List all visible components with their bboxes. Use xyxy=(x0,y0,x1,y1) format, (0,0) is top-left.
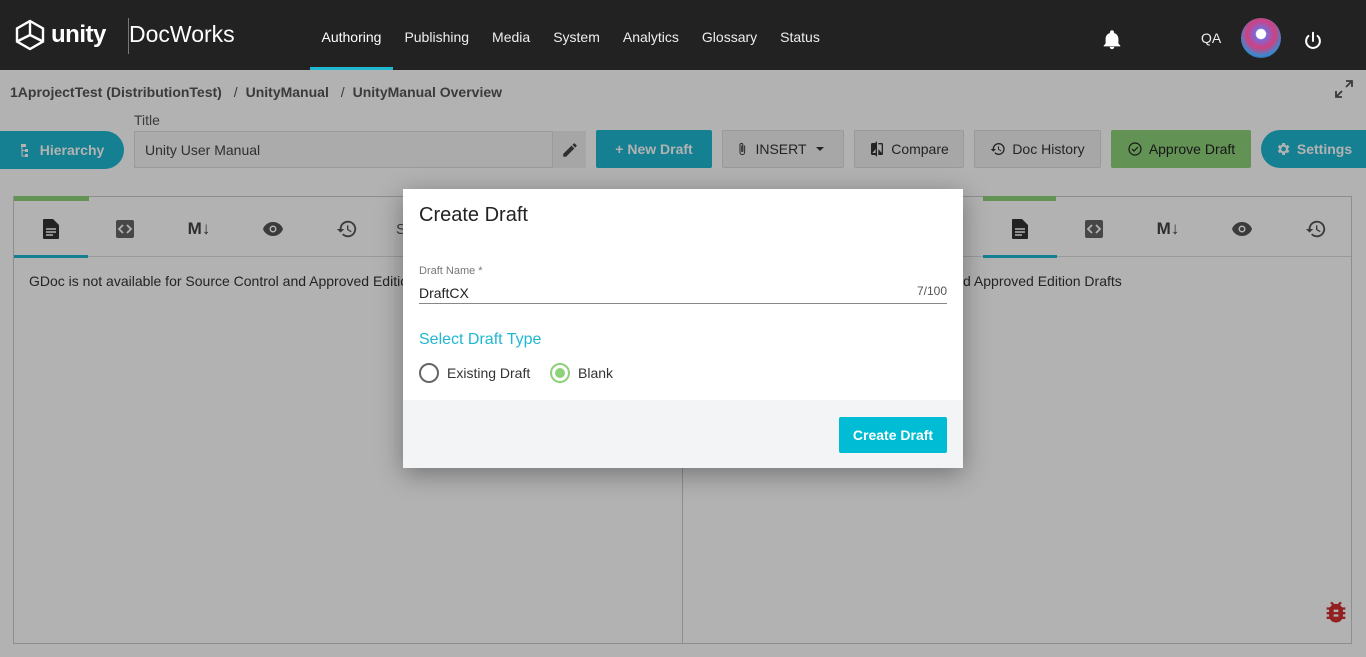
create-draft-dialog: Create Draft Draft Name * 7/100 Select D… xyxy=(403,189,963,468)
create-draft-button[interactable]: Create Draft xyxy=(839,417,947,453)
radio-blank[interactable]: Blank xyxy=(550,363,613,383)
top-navbar: unity DocWorks Authoring Publishing Medi… xyxy=(0,0,1366,70)
product-name: DocWorks xyxy=(129,21,235,47)
nav-authoring[interactable]: Authoring xyxy=(310,0,393,70)
nav-glossary[interactable]: Glossary xyxy=(690,0,768,70)
unity-logo-icon xyxy=(15,19,45,51)
nav-media[interactable]: Media xyxy=(481,0,542,70)
main-nav: Authoring Publishing Media System Analyt… xyxy=(310,0,831,70)
radio-button[interactable] xyxy=(419,363,439,383)
radio-label: Blank xyxy=(578,365,614,381)
power-icon[interactable] xyxy=(1302,30,1324,52)
dialog-footer: Create Draft xyxy=(403,400,963,468)
nav-system[interactable]: System xyxy=(542,0,612,70)
radio-label: Existing Draft xyxy=(447,365,531,381)
draft-name-input[interactable] xyxy=(419,282,947,304)
bell-icon[interactable] xyxy=(1101,28,1123,52)
logo[interactable]: unity DocWorks xyxy=(14,18,235,54)
character-counter: 7/100 xyxy=(916,284,947,298)
nav-publishing[interactable]: Publishing xyxy=(393,0,481,70)
nav-status[interactable]: Status xyxy=(769,0,832,70)
user-label[interactable]: QA xyxy=(1201,30,1221,46)
radio-button[interactable] xyxy=(550,363,570,383)
radio-existing-draft[interactable]: Existing Draft xyxy=(419,363,530,383)
avatar[interactable] xyxy=(1241,18,1281,58)
logo-text: unity xyxy=(51,21,106,48)
draft-type-heading: Select Draft Type xyxy=(419,331,542,348)
dialog-title: Create Draft xyxy=(419,204,528,226)
draft-name-label: Draft Name * xyxy=(419,265,483,277)
nav-analytics[interactable]: Analytics xyxy=(611,0,690,70)
